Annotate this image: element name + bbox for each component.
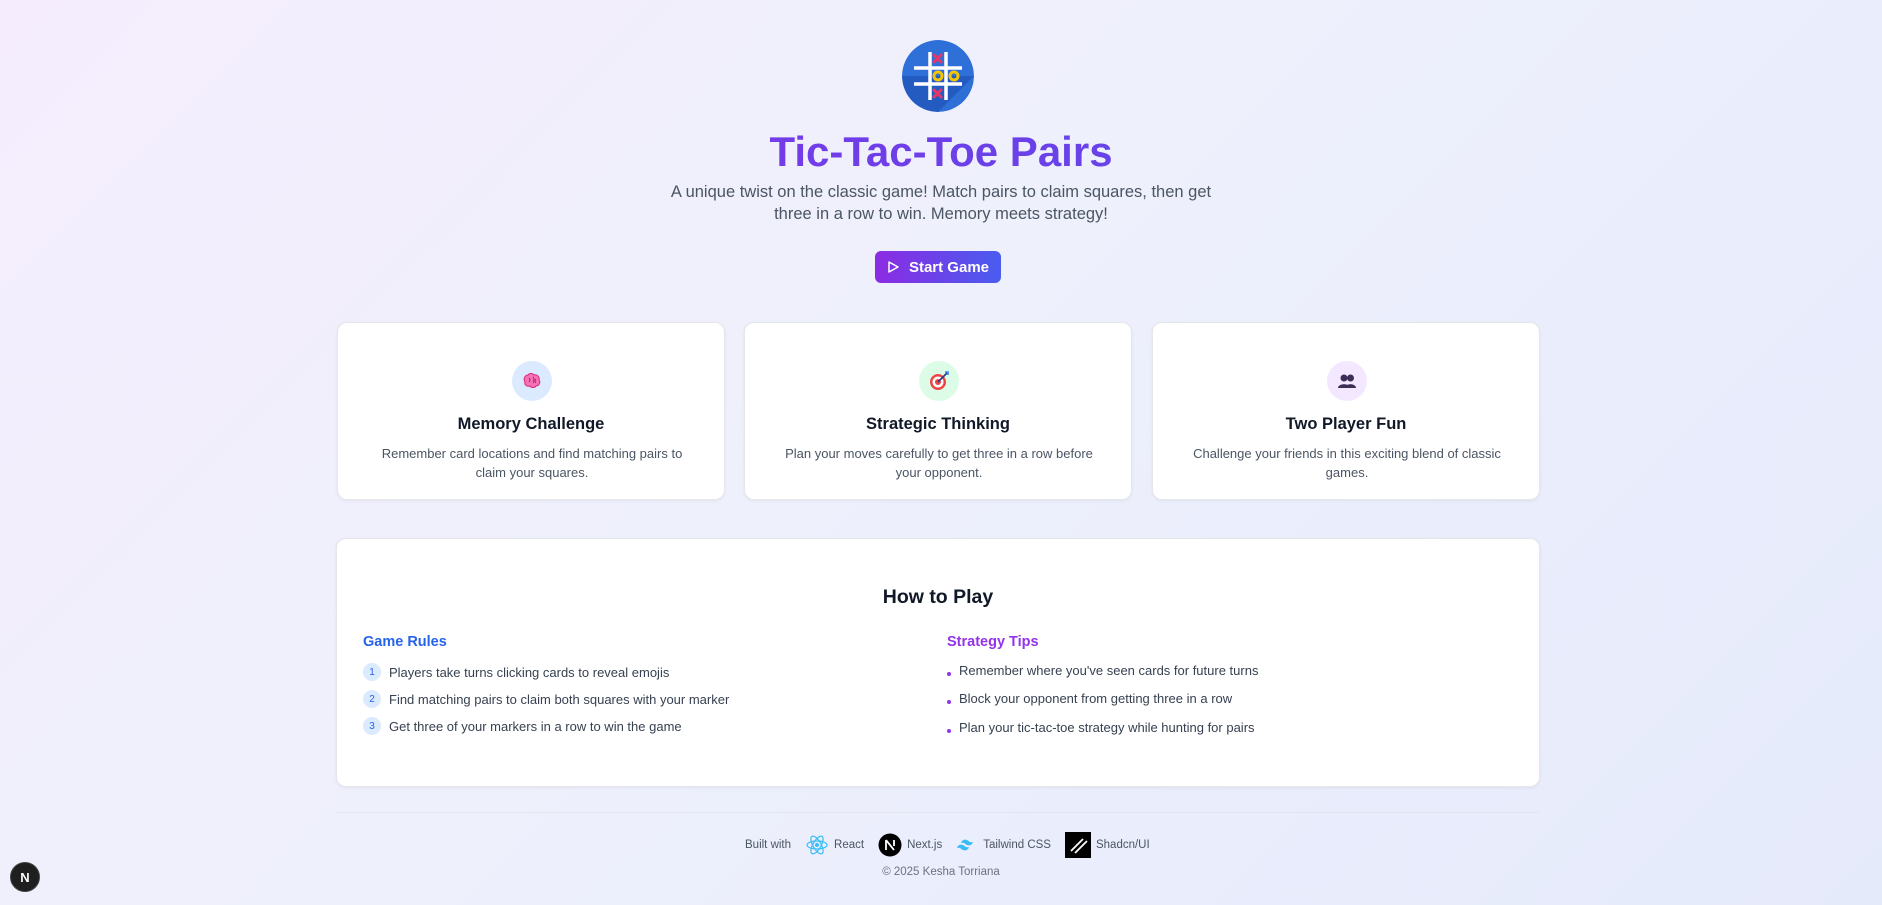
list-item: Remember where you've seen cards for fut… [947, 663, 1258, 678]
nextjs-icon [878, 833, 902, 857]
tech-react[interactable]: React [805, 833, 864, 857]
tech-shadcn[interactable]: Shadcn/UI [1064, 832, 1150, 858]
built-with-label: Built with [745, 839, 792, 851]
tip-text: Plan your tic-tac-toe strategy while hun… [959, 720, 1255, 735]
list-item: 3 Get three of your markers in a row to … [363, 717, 682, 735]
rule-number: 1 [363, 663, 381, 681]
react-icon [806, 835, 828, 855]
feature-card-strategy: Strategic Thinking Plan your moves caref… [744, 322, 1132, 500]
bullet-icon [947, 699, 951, 704]
tech-nextjs[interactable]: Next.js [878, 833, 942, 857]
tech-tailwind[interactable]: Tailwind CSS [956, 838, 1051, 852]
feature-description: Plan your moves carefully to get three i… [785, 446, 1093, 480]
people-icon [1327, 361, 1367, 401]
start-game-button[interactable]: Start Game [875, 251, 1001, 283]
page-title: Tic-Tac-Toe Pairs [0, 124, 1882, 180]
list-item: Block your opponent from getting three i… [947, 691, 1232, 706]
page-subtitle: A unique twist on the classic game! Matc… [670, 183, 1212, 223]
tic-tac-toe-logo-icon [902, 40, 974, 112]
play-icon [888, 261, 899, 273]
footer-divider [336, 812, 1540, 813]
tech-label: Shadcn/UI [1095, 839, 1150, 851]
list-item: 1 Players take turns clicking cards to r… [363, 663, 669, 681]
rule-text: Get three of your markers in a row to wi… [389, 718, 682, 734]
copyright-text: © 2025 Kesha Torriana [882, 866, 1000, 878]
rule-number: 2 [363, 690, 381, 708]
feature-card-memory: Memory Challenge Remember card locations… [337, 322, 725, 500]
dev-tools-badge[interactable]: N [10, 862, 40, 892]
feature-card-two-player: Two Player Fun Challenge your friends in… [1152, 322, 1540, 500]
bullet-icon [947, 728, 951, 733]
tech-label: Tailwind CSS [983, 839, 1051, 851]
tech-label: Next.js [907, 839, 943, 851]
feature-title: Two Player Fun [1285, 415, 1407, 433]
how-to-play-panel: How to Play Game Rules 1 Players take tu… [336, 538, 1540, 787]
brain-icon [512, 361, 552, 401]
bullet-icon [947, 671, 951, 676]
feature-description: Remember card locations and find matchin… [381, 446, 683, 480]
how-to-play-title: How to Play [882, 586, 994, 608]
list-item: Plan your tic-tac-toe strategy while hun… [947, 720, 1255, 735]
feature-description: Challenge your friends in this exciting … [1193, 446, 1501, 480]
rule-number: 3 [363, 717, 381, 735]
target-icon [919, 361, 959, 401]
tech-label: React [834, 839, 865, 851]
shadcn-icon [1064, 832, 1091, 858]
list-item: 2 Find matching pairs to claim both squa… [363, 690, 729, 708]
feature-title: Strategic Thinking [866, 415, 1010, 433]
strategy-tips-heading: Strategy Tips [947, 634, 1039, 650]
game-rules-heading: Game Rules [363, 634, 447, 650]
rule-text: Find matching pairs to claim both square… [389, 691, 730, 707]
built-with-row: Built with React Next.js Tailwind CSS Sh… [745, 832, 1158, 858]
tip-text: Remember where you've seen cards for fut… [959, 663, 1259, 678]
feature-title: Memory Challenge [457, 415, 605, 433]
start-game-label: Start Game [908, 258, 990, 276]
rule-text: Players take turns clicking cards to rev… [389, 664, 670, 680]
tailwind-icon [957, 839, 974, 851]
tip-text: Block your opponent from getting three i… [959, 691, 1233, 706]
